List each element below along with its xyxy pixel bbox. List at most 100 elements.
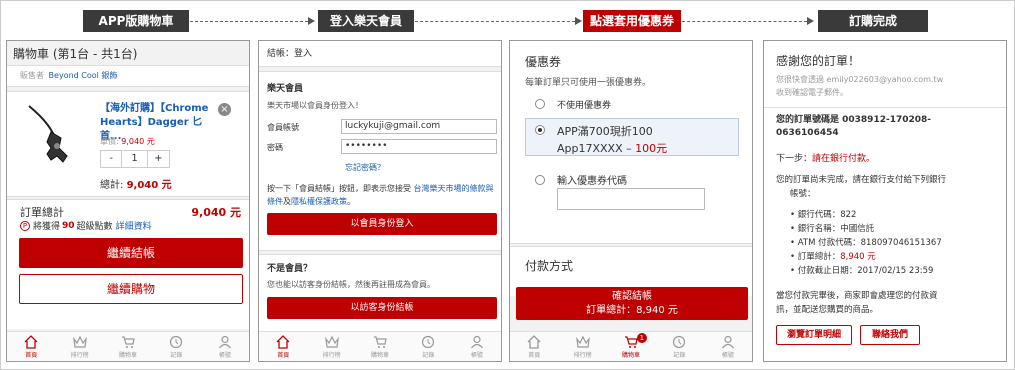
view-order-button[interactable]: 瀏覽訂單明細 [776, 325, 852, 345]
radio-selected-coupon[interactable] [535, 125, 545, 135]
history-icon [170, 335, 183, 348]
tab-history[interactable]: 記錄 [404, 332, 452, 361]
arrow-head-icon [308, 17, 315, 25]
member-login-button[interactable]: 以會員身份登入 [267, 213, 497, 235]
remove-item-icon[interactable]: × [218, 103, 231, 116]
step-3-label: 點選套用優惠券 [583, 10, 681, 32]
cart-count-badge: 1 [636, 333, 647, 343]
after-payment-note: 當您付款完畢後，商家即會處理您的付款資 訊，並配送您購買的商品。 [776, 291, 938, 315]
forgot-password-link[interactable]: 忘記密碼？ [345, 162, 385, 173]
tab-bar: 首頁 排行榜 1 購物車 記錄 帳號 [510, 331, 752, 361]
bank-item: • 銀行名稱：中國信託 [790, 224, 875, 234]
confirm-checkout-button[interactable]: 確認結帳 訂單總計：8,940 元 [516, 287, 748, 320]
tab-home[interactable]: 首頁 [510, 332, 558, 361]
terms-text: 按一下「會員結帳」按鈕，即表示您接受 台灣樂天市場的條款與條件及隱私權保護政策。 [267, 184, 494, 206]
qty-input[interactable]: 1 [122, 151, 148, 167]
enter-code-label: 輸入優惠券代碼 [557, 176, 627, 187]
tab-account[interactable]: 帳號 [201, 332, 249, 361]
account-label: 會員帳號 [267, 123, 299, 132]
login-panel: 結帳：登入 樂天會員 樂天市場以會員身份登入！ 會員帳號 luckykuji@g… [258, 40, 502, 362]
guest-section: 不是會員？ 您也能以訪客身份結帳，然後再註冊成為會員。 以訪客身份結帳 [259, 254, 501, 332]
member-title: 樂天會員 [267, 84, 304, 94]
quantity-stepper: - 1 + [100, 150, 170, 168]
confirm-label: 確認結帳 [612, 291, 652, 302]
radio-no-coupon[interactable] [535, 99, 545, 109]
no-coupon-label: 不使用優惠券 [557, 101, 612, 111]
order-summary: 訂單總計 9,040 元 P 將獲得 90 超級點數 詳細資料 繼續結帳 繼續購… [7, 199, 249, 329]
bank-item: • 銀行代碼：822 [790, 210, 857, 220]
history-icon [673, 335, 686, 348]
guest-title: 不是會員？ [267, 264, 313, 274]
password-label: 密碼 [267, 143, 283, 152]
unit-price: 單價: 9,040 元 [100, 137, 155, 146]
cart-icon [122, 335, 135, 348]
member-desc: 樂天市場以會員身份登入！ [267, 101, 363, 110]
bank-item: • ATM 付款代碼：818097046151367 [790, 238, 942, 248]
coupon-code-input[interactable] [557, 188, 705, 210]
home-icon [24, 334, 38, 349]
tab-account[interactable]: 帳號 [704, 332, 752, 361]
tab-ranking[interactable]: 排行榜 [558, 332, 606, 361]
bank-info-list: • 銀行代碼：822 • 銀行名稱：中國信託 • ATM 付款代碼：818097… [790, 208, 942, 278]
payment-title: 付款方式 [525, 259, 574, 273]
tab-ranking[interactable]: 排行榜 [307, 332, 355, 361]
radio-enter-code[interactable] [535, 175, 545, 185]
home-icon [527, 334, 541, 349]
order-total-value: 9,040 元 [191, 206, 241, 219]
points-icon: P [20, 220, 30, 231]
coupon-note: 每筆訂單只可使用一張優惠券。 [525, 78, 652, 88]
crown-icon [324, 335, 339, 348]
coupon-section: 優惠券 每筆訂單只可使用一張優惠券。 不使用優惠券 APP滿700現折100 A… [510, 41, 752, 244]
step-4-label: 訂購完成 [818, 10, 928, 32]
product-image[interactable] [21, 102, 91, 172]
seller-row: 販售者 Beyond Cool 銀飾 [7, 65, 249, 87]
user-icon [470, 335, 483, 348]
product-card: 【海外訂購】【Chrome Hearts】Dagger 匕首... × 單價: … [7, 91, 249, 197]
privacy-link[interactable]: 隱私權保護政策 [291, 197, 347, 206]
user-icon [218, 335, 231, 348]
seller-link[interactable]: Beyond Cool 銀飾 [49, 71, 118, 80]
tab-cart[interactable]: 購物車 [104, 332, 152, 361]
tab-ranking[interactable]: 排行榜 [55, 332, 103, 361]
selected-coupon-name: APP滿700現折100 [557, 125, 653, 138]
confirm-total: 訂單總計：8,940 元 [586, 305, 678, 316]
tab-history[interactable]: 記錄 [655, 332, 703, 361]
tab-home[interactable]: 首頁 [7, 332, 55, 361]
cart-title: 購物車 (第1台 - 共1台) [13, 47, 138, 61]
selected-coupon-code: App17XXXX – 100元 [557, 142, 668, 155]
login-header: 結帳：登入 [259, 41, 501, 67]
arrow-head-icon [807, 17, 814, 25]
tab-account[interactable]: 帳號 [453, 332, 501, 361]
cart-icon [625, 335, 638, 348]
points-detail-link[interactable]: 詳細資料 [116, 219, 152, 232]
qty-plus-button[interactable]: + [148, 151, 169, 167]
guest-checkout-button[interactable]: 以訪客身份結帳 [267, 297, 497, 319]
order-complete-panel: 感謝您的訂單！ 您很快會透過 emily022603@yahoo.com.tw … [763, 40, 1007, 362]
coupon-panel: 優惠券 每筆訂單只可使用一張優惠券。 不使用優惠券 APP滿700現折100 A… [509, 40, 753, 362]
crown-icon [575, 335, 590, 348]
step-arrow [415, 21, 575, 22]
checkout-button[interactable]: 繼續結帳 [19, 238, 243, 268]
tab-bar: 首頁 排行榜 購物車 記錄 帳號 [259, 331, 501, 361]
arrow-head-icon [575, 17, 582, 25]
step-2-label: 登入樂天會員 [318, 10, 414, 32]
tab-bar: 首頁 排行榜 購物車 記錄 帳號 [7, 331, 249, 361]
password-input[interactable]: •••••••• [341, 139, 497, 154]
home-icon [276, 334, 290, 349]
member-section: 樂天會員 樂天市場以會員身份登入！ 會員帳號 luckykuji@gmail.c… [259, 71, 501, 251]
tab-home[interactable]: 首頁 [259, 332, 307, 361]
tab-history[interactable]: 記錄 [152, 332, 200, 361]
bank-item: • 付款截止日期：2017/02/15 23:59 [790, 266, 934, 276]
tab-cart[interactable]: 1 購物車 [607, 332, 655, 361]
contact-us-button[interactable]: 聯絡我們 [860, 325, 920, 345]
account-input[interactable]: luckykuji@gmail.com [341, 119, 497, 134]
continue-shopping-button[interactable]: 繼續購物 [19, 274, 243, 304]
step-1-label: APP版購物車 [83, 10, 189, 32]
tab-cart[interactable]: 購物車 [356, 332, 404, 361]
coupon-title: 優惠券 [525, 55, 562, 69]
seller-label: 販售者 [20, 71, 44, 80]
history-icon [422, 335, 435, 348]
qty-minus-button[interactable]: - [101, 151, 123, 167]
item-subtotal: 總計: 9,040 元 [100, 180, 172, 191]
thanks-title: 感謝您的訂單！ [776, 54, 861, 68]
